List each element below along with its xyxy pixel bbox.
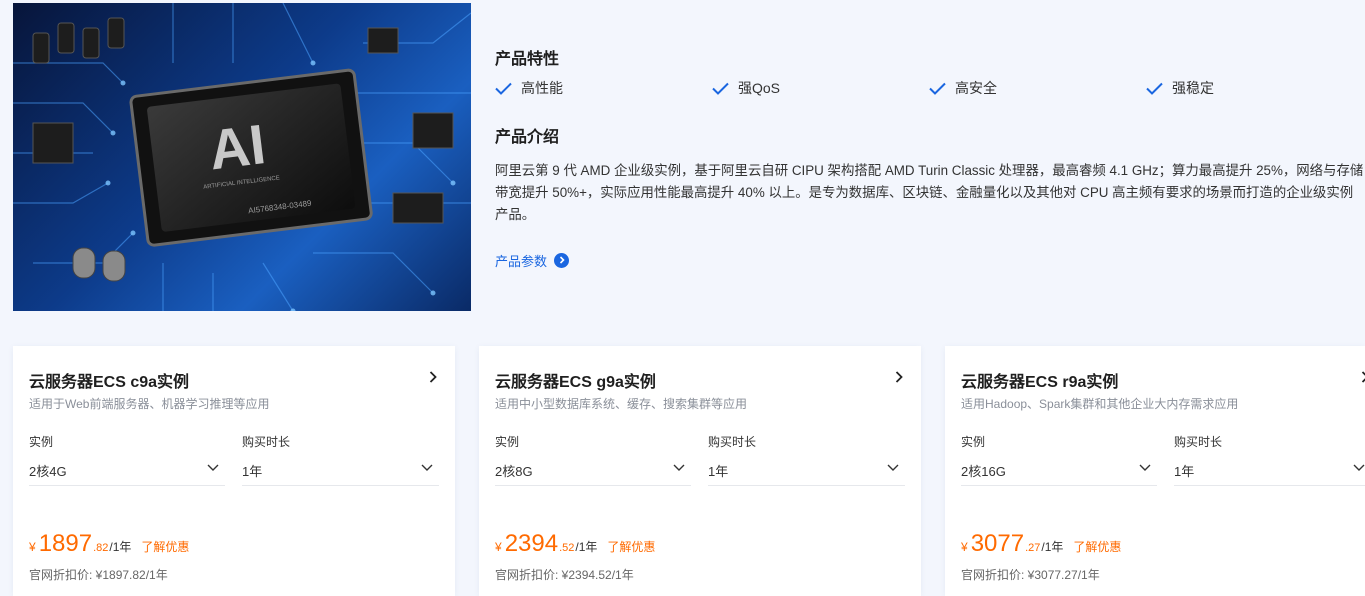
chevron-right-icon[interactable] (429, 371, 437, 383)
chevron-right-icon[interactable] (1361, 371, 1365, 383)
instance-select[interactable]: 2核16G (961, 454, 1157, 486)
instance-select[interactable]: 2核8G (495, 454, 691, 486)
intro-text: 阿里云第 9 代 AMD 企业级实例，基于阿里云自研 CIPU 架构搭配 AMD… (495, 163, 1364, 222)
currency-symbol: ¥ (29, 540, 36, 554)
feature-item: 强稳定 (1146, 78, 1214, 98)
intro-title: 产品介绍 (495, 129, 560, 146)
card-subtitle: 适用中小型数据库系统、缓存、搜索集群等应用 (495, 397, 748, 411)
check-icon (712, 82, 729, 95)
official-price: 官网折扣价: ¥3077.27/1年 (961, 568, 1100, 582)
official-price: 官网折扣价: ¥1897.82/1年 (29, 568, 168, 582)
feature-label: 高性能 (521, 80, 563, 96)
features-title: 产品特性 (495, 51, 560, 68)
price-decimal: .27 (1025, 542, 1041, 554)
chip-ai-label: AI (206, 112, 269, 181)
check-icon (929, 82, 946, 95)
chevron-down-icon (207, 464, 219, 471)
chevron-down-icon (1353, 464, 1365, 471)
check-icon (1146, 82, 1163, 95)
chevron-down-icon (673, 464, 685, 471)
chevron-down-icon (1139, 464, 1151, 471)
price-unit: /1年 (109, 540, 132, 554)
duration-select[interactable]: 1年 (708, 454, 905, 486)
feature-item: 强QoS (712, 78, 780, 98)
instance-value: 2核16G (961, 464, 1006, 479)
instance-label: 实例 (29, 435, 54, 449)
instance-value: 2核4G (29, 464, 67, 479)
price-integer: 1897 (38, 530, 93, 557)
duration-value: 1年 (242, 464, 263, 479)
price-integer: 3077 (970, 530, 1025, 557)
arrow-right-circle-icon (554, 252, 570, 268)
instance-select[interactable]: 2核4G (29, 454, 225, 486)
instance-label: 实例 (495, 435, 520, 449)
product-params-link[interactable]: 产品参数 (495, 250, 570, 270)
card-subtitle: 适用于Web前端服务器、机器学习推理等应用 (29, 397, 270, 411)
check-icon (495, 82, 512, 95)
price-unit: /1年 (575, 540, 598, 554)
price: ¥ 1897 .82 /1年 了解优惠 (29, 530, 189, 560)
duration-value: 1年 (1174, 464, 1195, 479)
card-title[interactable]: 云服务器ECS c9a实例 (29, 368, 189, 392)
instance-value: 2核8G (495, 464, 533, 479)
duration-label: 购买时长 (242, 435, 291, 449)
card-title[interactable]: 云服务器ECS g9a实例 (495, 368, 656, 392)
price: ¥ 3077 .27 /1年 了解优惠 (961, 530, 1121, 560)
price-decimal: .82 (93, 542, 109, 554)
duration-label: 购买时长 (1174, 435, 1223, 449)
duration-select[interactable]: 1年 (242, 454, 439, 486)
product-params-label: 产品参数 (495, 253, 548, 269)
product-card[interactable]: 云服务器ECS g9a实例 适用中小型数据库系统、缓存、搜索集群等应用 实例 购… (479, 346, 921, 596)
circuit-board-illustration: AI ARTIFICIAL INTELLIGENCE AI5768348-034… (13, 3, 471, 311)
feature-item: 高安全 (929, 78, 997, 98)
price-unit: /1年 (1041, 540, 1064, 554)
duration-value: 1年 (708, 464, 729, 479)
currency-symbol: ¥ (495, 540, 502, 554)
product-card[interactable]: 云服务器ECS c9a实例 适用于Web前端服务器、机器学习推理等应用 实例 购… (13, 346, 455, 596)
feature-item: 高性能 (495, 78, 563, 98)
promo-link[interactable]: 了解优惠 (1073, 538, 1121, 555)
ai-chip-circuit-board-image: AI ARTIFICIAL INTELLIGENCE AI5768348-034… (13, 3, 471, 311)
chevron-right-icon[interactable] (895, 371, 903, 383)
card-subtitle: 适用Hadoop、Spark集群和其他企业大内存需求应用 (961, 397, 1239, 411)
chevron-down-icon (421, 464, 433, 471)
duration-label: 购买时长 (708, 435, 757, 449)
feature-label: 高安全 (955, 80, 997, 96)
duration-select[interactable]: 1年 (1174, 454, 1365, 486)
card-title[interactable]: 云服务器ECS r9a实例 (961, 368, 1118, 392)
official-price: 官网折扣价: ¥2394.52/1年 (495, 568, 634, 582)
price-integer: 2394 (504, 530, 559, 557)
promo-link[interactable]: 了解优惠 (607, 538, 655, 555)
instance-label: 实例 (961, 435, 986, 449)
promo-link[interactable]: 了解优惠 (141, 538, 189, 555)
feature-label: 强稳定 (1172, 80, 1214, 96)
price-decimal: .52 (559, 542, 575, 554)
price: ¥ 2394 .52 /1年 了解优惠 (495, 530, 655, 560)
currency-symbol: ¥ (961, 540, 968, 554)
product-card[interactable]: 云服务器ECS r9a实例 适用Hadoop、Spark集群和其他企业大内存需求… (945, 346, 1365, 596)
chevron-down-icon (887, 464, 899, 471)
feature-label: 强QoS (738, 80, 781, 96)
